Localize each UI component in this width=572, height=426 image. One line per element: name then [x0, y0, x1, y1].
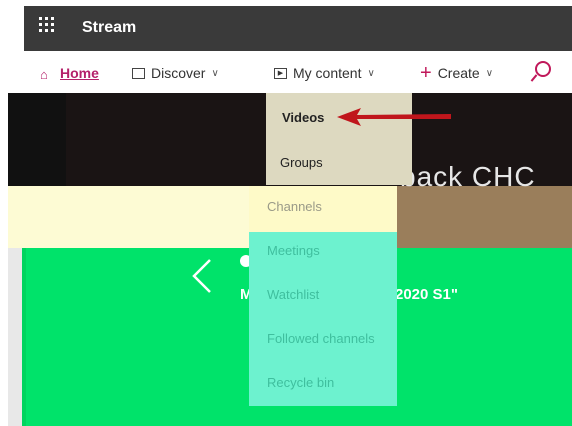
- nav-home-label: Home: [60, 65, 99, 81]
- chevron-down-icon: ∨: [485, 67, 494, 79]
- menu-item-meetings[interactable]: Meetings: [267, 243, 320, 258]
- nav-create-label: Create: [437, 65, 480, 81]
- nav-home[interactable]: ⌂ Home: [40, 65, 99, 82]
- nav-my-content[interactable]: ▶ My content ∨: [274, 65, 375, 81]
- nav-my-content-label: My content: [293, 65, 362, 81]
- hero-title: back CHC: [400, 161, 536, 192]
- menu-item-groups[interactable]: Groups: [280, 155, 323, 170]
- discover-icon: [132, 67, 145, 79]
- video-title: 2020 S1": [395, 286, 458, 303]
- annotation-arrow: [337, 108, 451, 126]
- nav-discover[interactable]: Discover ∨: [132, 65, 219, 81]
- chevron-down-icon: ∨: [367, 67, 375, 79]
- menu-item-watchlist[interactable]: Watchlist: [267, 287, 319, 302]
- chevron-left-icon[interactable]: [190, 258, 214, 294]
- menu-item-channels[interactable]: Channels: [267, 199, 322, 214]
- menu-item-recycle-bin[interactable]: Recycle bin: [267, 375, 334, 390]
- nav-discover-label: Discover: [151, 65, 206, 81]
- left-margin-accent: [22, 248, 26, 426]
- home-icon: ⌂: [40, 67, 48, 82]
- hero-left-strip: [8, 93, 66, 186]
- app-header: Stream: [24, 6, 572, 51]
- plus-icon: +: [420, 62, 432, 84]
- waffle-icon[interactable]: [39, 17, 59, 37]
- search-button[interactable]: [535, 61, 551, 77]
- nav-create[interactable]: + Create ∨: [420, 62, 494, 84]
- highlight-region: [8, 186, 250, 248]
- nav-bar: ⌂ Home Discover ∨ ▶ My content ∨ + Creat…: [24, 51, 572, 93]
- my-content-icon: ▶: [274, 67, 287, 79]
- search-icon: [535, 61, 551, 77]
- menu-item-videos[interactable]: Videos: [282, 110, 324, 125]
- app-title[interactable]: Stream: [82, 19, 136, 37]
- left-margin: [8, 248, 22, 426]
- menu-item-followed-channels[interactable]: Followed channels: [267, 331, 375, 346]
- chevron-down-icon: ∨: [211, 67, 219, 79]
